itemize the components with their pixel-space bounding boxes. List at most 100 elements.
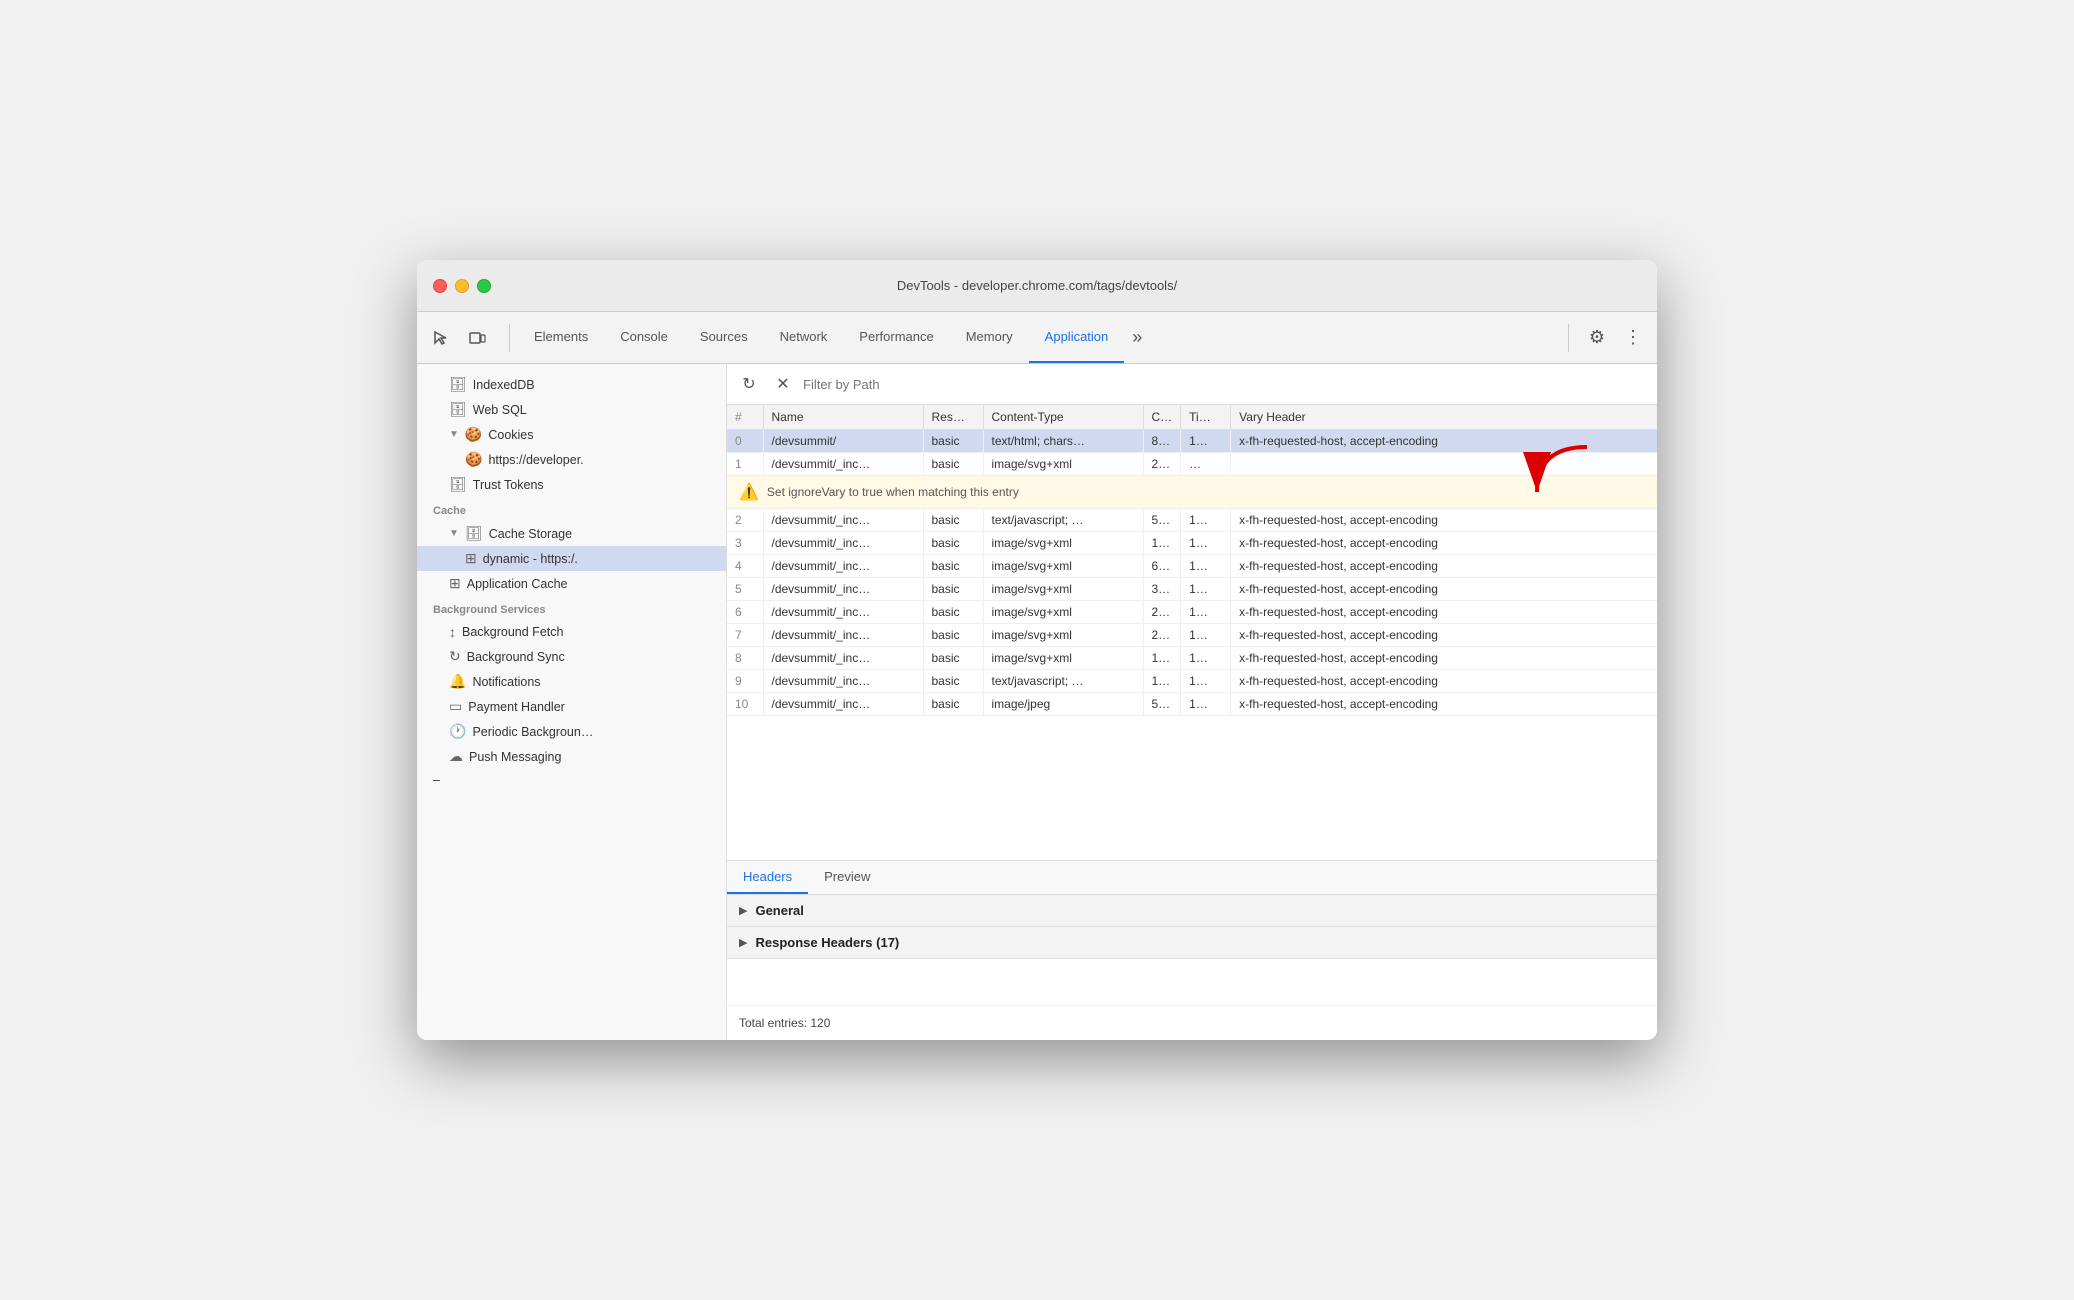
window-title: DevTools - developer.chrome.com/tags/dev… [897,278,1177,293]
sidebar-item-bg-sync[interactable]: ↻ Background Sync [417,644,726,669]
tab-memory[interactable]: Memory [950,312,1029,363]
sync-icon: ↻ [449,648,461,665]
table-row[interactable]: 1/devsummit/_inc…basicimage/svg+xml2…… [727,453,1657,476]
tab-preview[interactable]: Preview [808,861,886,894]
table-cell: x-fh-requested-host, accept-encoding [1231,670,1657,693]
inspect-icon[interactable] [425,322,457,354]
table-cell: image/svg+xml [983,453,1143,476]
refresh-button[interactable]: ↻ [735,370,763,398]
chevron-right-icon: ▶ [739,936,747,949]
table-row[interactable]: 0/devsummit/basictext/html; chars…8…1…x-… [727,430,1657,453]
sidebar-item-cache-storage[interactable]: ▼ 🗄 Cache Storage [417,521,726,546]
sidebar-item-cookies[interactable]: ▼ 🍪 Cookies [417,422,726,447]
tab-application[interactable]: Application [1029,312,1125,363]
sidebar-item-dynamic[interactable]: ⊞ dynamic - https:/. [417,546,726,571]
section-response-headers[interactable]: ▶ Response Headers (17) [727,927,1657,959]
col-header-ti[interactable]: Ti… [1181,405,1231,430]
table-cell: text/javascript; … [983,509,1143,532]
tab-elements[interactable]: Elements [518,312,604,363]
tab-performance[interactable]: Performance [843,312,949,363]
table-cell: 5 [727,578,763,601]
table-cell: /devsummit/_inc… [763,670,923,693]
table-cell: basic [923,670,983,693]
clear-button[interactable]: ✕ [769,370,797,398]
table-cell: x-fh-requested-host, accept-encoding [1231,601,1657,624]
section-general[interactable]: ▶ General [727,895,1657,927]
sidebar-section-cache: Cache [417,497,726,521]
maximize-button[interactable] [477,279,491,293]
tab-list: Elements Console Sources Network Perform… [518,312,1560,363]
table-cell: /devsummit/ [763,430,923,453]
col-header-name[interactable]: Name [763,405,923,430]
table-cell: /devsummit/_inc… [763,693,923,716]
table-row[interactable]: 6/devsummit/_inc…basicimage/svg+xml2…1…x… [727,601,1657,624]
filter-input[interactable] [803,377,1649,392]
device-icon[interactable] [461,322,493,354]
tab-console[interactable]: Console [604,312,684,363]
table-cell: 1 [727,453,763,476]
table-cell: /devsummit/_inc… [763,647,923,670]
sidebar-item-trust-tokens[interactable]: 🗄 Trust Tokens [417,472,726,497]
table-row[interactable]: 4/devsummit/_inc…basicimage/svg+xml6…1…x… [727,555,1657,578]
more-options-icon[interactable]: ⋮ [1617,322,1649,354]
col-header-ct[interactable]: Content-Type [983,405,1143,430]
table-row[interactable]: 9/devsummit/_inc…basictext/javascript; …… [727,670,1657,693]
sidebar-item-notifications[interactable]: 🔔 Notifications [417,669,726,694]
sidebar-item-payment-handler[interactable]: ▭ Payment Handler [417,694,726,719]
col-header-vary[interactable]: Vary Header [1231,405,1657,430]
bottom-panel: Headers Preview ▶ General ▶ Response Hea… [727,860,1657,1040]
tooltip-text: Set ignoreVary to true when matching thi… [767,485,1019,499]
table-cell: x-fh-requested-host, accept-encoding [1231,693,1657,716]
cache-storage-icon: 🗄 [465,525,483,542]
table-cell: 1… [1181,509,1231,532]
tab-sources[interactable]: Sources [684,312,764,363]
table-cell: x-fh-requested-host, accept-encoding [1231,555,1657,578]
minimize-button[interactable] [455,279,469,293]
devtools-icons [425,322,493,354]
database-icon: 🗄 [449,476,467,493]
table-cell: 1… [1181,578,1231,601]
warning-icon: ⚠️ [739,482,759,502]
cache-table: # Name Res… Content-Type C… Ti… Vary Hea… [727,405,1657,716]
tab-headers[interactable]: Headers [727,861,808,894]
toolbar: Elements Console Sources Network Perform… [417,312,1657,364]
sidebar-item-periodic-bg[interactable]: 🕐 Periodic Backgroun… [417,719,726,744]
table-cell: image/svg+xml [983,555,1143,578]
settings-icon[interactable]: ⚙ [1581,322,1613,354]
table-cell: 1… [1143,670,1181,693]
table-row[interactable]: 8/devsummit/_inc…basicimage/svg+xml1…1…x… [727,647,1657,670]
table-cell: 0 [727,430,763,453]
table-cell: 6… [1143,555,1181,578]
table-cell: basic [923,647,983,670]
table-cell: image/svg+xml [983,601,1143,624]
table-cell: 1… [1143,647,1181,670]
table-cell: 1… [1181,624,1231,647]
bell-icon: 🔔 [449,673,466,690]
table-cell: image/svg+xml [983,624,1143,647]
col-header-c[interactable]: C… [1143,405,1181,430]
table-row[interactable]: 3/devsummit/_inc…basicimage/svg+xml1…1…x… [727,532,1657,555]
sidebar-item-bg-fetch[interactable]: ↕ Background Fetch [417,620,726,644]
sidebar-item-websql[interactable]: 🗄 Web SQL [417,397,726,422]
table-container: # Name Res… Content-Type C… Ti… Vary Hea… [727,405,1657,860]
tab-overflow-button[interactable]: » [1124,312,1150,363]
sidebar-item-push-messaging[interactable]: ☁ Push Messaging [417,744,726,769]
table-cell: 2… [1143,453,1181,476]
table-row[interactable]: 2/devsummit/_inc…basictext/javascript; …… [727,509,1657,532]
tab-network[interactable]: Network [764,312,844,363]
table-cell: /devsummit/_inc… [763,555,923,578]
close-button[interactable] [433,279,447,293]
col-header-num: # [727,405,763,430]
cookie-icon: 🍪 [465,451,482,468]
table-cell: x-fh-requested-host, accept-encoding [1231,430,1657,453]
table-row[interactable]: 5/devsummit/_inc…basicimage/svg+xml3…1…x… [727,578,1657,601]
sidebar-item-cookies-url[interactable]: 🍪 https://developer. [417,447,726,472]
sidebar-item-indexeddb[interactable]: 🗄 IndexedDB [417,372,726,397]
col-header-res[interactable]: Res… [923,405,983,430]
table-cell: /devsummit/_inc… [763,601,923,624]
database-icon: 🗄 [449,401,467,418]
table-row[interactable]: 10/devsummit/_inc…basicimage/jpeg5…1…x-f… [727,693,1657,716]
table-row[interactable]: 7/devsummit/_inc…basicimage/svg+xml2…1…x… [727,624,1657,647]
table-cell: x-fh-requested-host, accept-encoding [1231,647,1657,670]
sidebar-item-application-cache[interactable]: ⊞ Application Cache [417,571,726,596]
